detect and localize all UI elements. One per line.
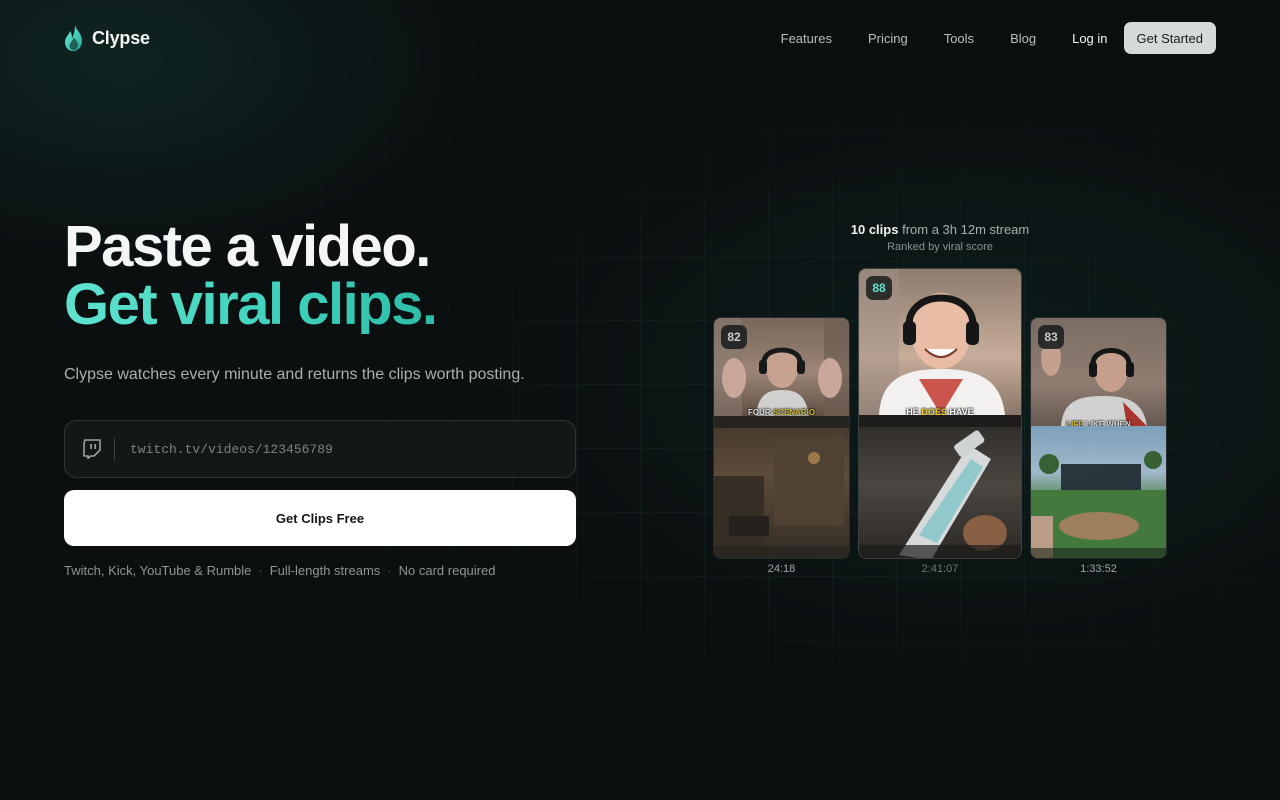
feature-separator: · — [258, 563, 263, 578]
clip-timestamp: 1:33:52 — [1080, 563, 1117, 575]
gameplay-scene — [859, 415, 1021, 558]
viral-score-badge: 83 — [1038, 325, 1064, 349]
gameplay-scene — [1031, 451, 1166, 558]
clip-card[interactable]: FOUR SCENARIO 82 — [713, 317, 850, 559]
clip-card[interactable]: HE DOES HAVE 88 — [858, 268, 1022, 559]
clip-count-line: 10 clips from a 3h 12m stream — [700, 222, 1180, 237]
get-started-button[interactable]: Get Started — [1123, 22, 1216, 54]
clip-gameplay-view — [1031, 426, 1166, 558]
clip-timestamp: 2:41:07 — [921, 563, 959, 575]
clip-timestamp: 24:18 — [767, 563, 796, 575]
feature-separator: · — [387, 563, 392, 578]
feature-full-length: Full-length streams — [269, 563, 381, 578]
input-divider — [114, 438, 115, 460]
clip-gameplay-view — [859, 415, 1021, 558]
hero-title-line2: Get viral clips. — [64, 272, 438, 337]
get-clips-free-button[interactable]: Get Clips Free — [64, 490, 576, 546]
gameplay-scene — [714, 416, 849, 558]
clip-card[interactable]: LIFE LIKE WHEN 83 — [1030, 317, 1167, 559]
video-url-input[interactable] — [130, 441, 575, 457]
viral-score-badge: 82 — [721, 325, 747, 349]
video-url-field[interactable] — [64, 420, 576, 478]
nav-link-blog[interactable]: Blog — [1010, 31, 1036, 46]
viral-score-badge: 88 — [866, 276, 892, 300]
top-nav: Clypse Features Pricing Tools Blog Log i… — [64, 22, 1216, 54]
clip-gameplay-view — [714, 416, 849, 558]
feature-no-card: No card required — [398, 563, 496, 578]
clip-count: 10 clips — [850, 222, 899, 237]
nav-link-features[interactable]: Features — [781, 31, 832, 46]
hero-title: Paste a video. Get viral clips. — [64, 214, 438, 337]
hero-subtitle: Clypse watches every minute and returns … — [64, 366, 525, 383]
supported-features: Twitch, Kick, YouTube & Rumble · Full-le… — [64, 563, 495, 578]
flame-logo-icon — [65, 25, 82, 51]
ranking-note: Ranked by viral score — [887, 241, 993, 253]
hero-title-line1: Paste a video. — [64, 214, 431, 279]
login-link[interactable]: Log in — [1072, 31, 1107, 46]
twitch-icon — [83, 439, 101, 459]
brand[interactable]: Clypse — [64, 24, 150, 52]
feature-platforms: Twitch, Kick, YouTube & Rumble — [64, 563, 252, 578]
nav-link-tools[interactable]: Tools — [944, 31, 974, 46]
clip-count-context: from a 3h 12m stream — [902, 222, 1030, 237]
nav-link-pricing[interactable]: Pricing — [868, 31, 908, 46]
nav-links: Features Pricing Tools Blog Log in Get S… — [781, 22, 1216, 54]
brand-name: Clypse — [92, 27, 150, 48]
